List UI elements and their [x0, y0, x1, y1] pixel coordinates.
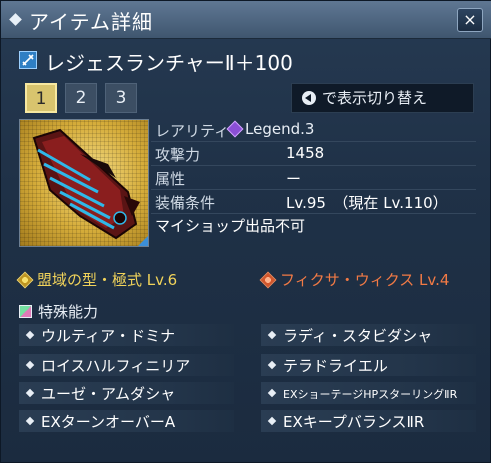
special-ability-text: ユーゼ・アムダシャ [41, 385, 176, 403]
special-ability-text: ラディ・スタビダシャ [283, 327, 433, 345]
launcher-artwork [32, 128, 140, 240]
special-ability-8: EXキープバランスⅡR [261, 410, 476, 432]
image-corner-marker [138, 236, 148, 246]
requirement-row: 装備条件 Lv.95 （現在 Lv.110） [151, 191, 476, 214]
requirement-value: Lv.95 （現在 Lv.110） [286, 194, 448, 212]
special-ability-5: ユーゼ・アムダシャ [19, 382, 234, 404]
special-ability-text: EXショーテージHPスターリングⅡR [283, 388, 458, 401]
bullet-icon [267, 360, 277, 370]
window-title: アイテム詳細 [29, 10, 153, 34]
tab-2[interactable]: 2 [65, 83, 97, 113]
special-ability-text: テラドライエル [283, 357, 388, 375]
class-right-text: フィクサ・ウィクス Lv.4 [280, 271, 450, 289]
attack-value: 1458 [286, 144, 325, 162]
special-ability-text: ロイスハルフィニリア [41, 357, 191, 375]
launcher-weapon-icon [19, 51, 37, 69]
bullet-icon [25, 388, 35, 398]
rarity-value: Legend.3 [245, 120, 315, 138]
shop-note: マイショップ出品不可 [155, 217, 306, 235]
special-ability-3: ロイスハルフィニリア [19, 354, 234, 376]
title-bar: アイテム詳細 × [1, 1, 491, 39]
special-abilities-title: 特殊能力 [38, 303, 99, 321]
display-toggle-button[interactable]: で表示切り替え [291, 83, 474, 113]
bullet-icon [25, 360, 35, 370]
left-arrow-button-icon [302, 91, 316, 105]
special-ability-4: テラドライエル [261, 354, 476, 376]
bullet-icon [267, 416, 277, 426]
rarity-row: レアリティ Legend.3 [151, 119, 476, 142]
special-ability-1: ウルティア・ドミナ [19, 324, 234, 346]
yellow-pattern-icon [16, 271, 34, 289]
element-row: 属性 ー [151, 167, 476, 190]
tab-3[interactable]: 3 [105, 83, 137, 113]
item-detail-window: アイテム詳細 × レジェスランチャーⅡ＋100 1 2 3 で表示切り替え レア… [0, 0, 491, 463]
close-button[interactable]: × [457, 8, 483, 32]
title-diamond-icon [9, 13, 22, 26]
weapon-image [19, 119, 149, 247]
attack-row: 攻撃力 1458 [151, 143, 476, 166]
display-toggle-label: で表示切り替え [322, 89, 428, 107]
class-row: 盟域の型・極式 Lv.6 フィクサ・ウィクス Lv.4 [16, 269, 479, 290]
bullet-icon [267, 330, 277, 340]
element-label: 属性 [155, 170, 186, 188]
bullet-icon [25, 330, 35, 340]
rarity-value-wrap: Legend.3 [226, 120, 315, 138]
class-left-entry: 盟域の型・極式 Lv.6 [16, 269, 178, 290]
orange-pattern-icon [259, 271, 277, 289]
special-ability-7: EXターンオーバーA [19, 410, 234, 432]
tab-1[interactable]: 1 [25, 83, 57, 113]
requirement-label: 装備条件 [155, 194, 216, 212]
rarity-label: レアリティ [155, 122, 230, 140]
special-abilities-header: 特殊能力 [19, 301, 98, 322]
attack-label: 攻撃力 [155, 146, 201, 164]
class-left-text: 盟域の型・極式 Lv.6 [37, 271, 178, 289]
special-ability-text: EXキープバランスⅡR [283, 413, 425, 431]
bullet-icon [25, 416, 35, 426]
special-ability-text: EXターンオーバーA [41, 413, 176, 431]
bullet-icon [267, 388, 277, 398]
special-ability-icon [19, 305, 32, 318]
element-value: ー [286, 170, 302, 188]
special-ability-6: EXショーテージHPスターリングⅡR [261, 382, 476, 404]
rarity-gem-icon [226, 120, 244, 138]
item-name: レジェスランチャーⅡ＋100 [45, 51, 293, 75]
special-ability-text: ウルティア・ドミナ [41, 327, 176, 345]
special-ability-2: ラディ・スタビダシャ [261, 324, 476, 346]
class-right-entry: フィクサ・ウィクス Lv.4 [259, 269, 450, 290]
shop-note-row: マイショップ出品不可 [151, 215, 476, 237]
